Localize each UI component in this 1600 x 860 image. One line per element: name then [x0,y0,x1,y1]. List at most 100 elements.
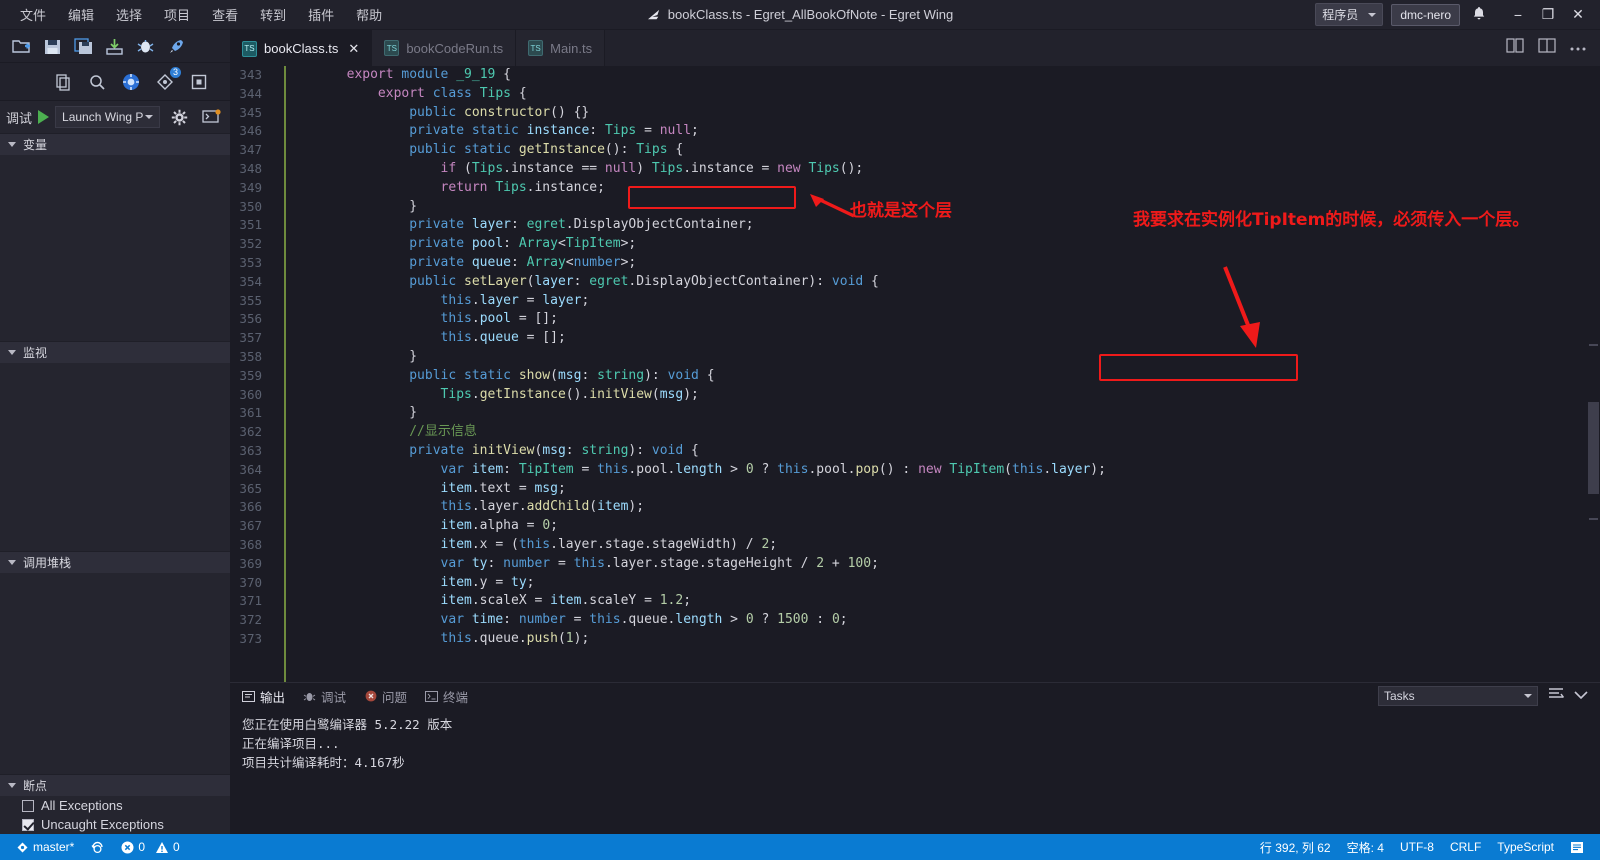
debug-icon[interactable] [132,33,158,59]
fold-gutter[interactable] [276,536,284,555]
sidebar-section-variables[interactable]: 变量 [0,133,230,155]
maximize-button[interactable]: ❐ [1534,1,1562,29]
status-indentation[interactable]: 空格: 4 [1339,839,1392,856]
status-encoding[interactable]: UTF-8 [1392,840,1442,854]
breakpoint-row-uncaught-exceptions[interactable]: Uncaught Exceptions [0,815,230,834]
fold-gutter[interactable] [276,498,284,517]
code-text[interactable]: //显示信息 [284,423,477,442]
save-icon[interactable] [39,33,65,59]
code-text[interactable]: public setLayer(layer: egret.DisplayObje… [284,273,879,292]
debug-console-icon[interactable] [198,104,224,130]
tab-bookclass-ts[interactable]: TS bookClass.ts ✕ [230,30,373,66]
sidebar-section-breakpoints[interactable]: 断点 [0,774,230,796]
fold-gutter[interactable] [276,574,284,593]
panel-tab-terminal[interactable]: 终端 [425,687,468,706]
open-changes-icon[interactable] [1506,38,1524,58]
code-text[interactable]: this.layer = layer; [284,292,590,311]
code-text[interactable]: var item: TipItem = this.pool.length > 0… [284,461,1106,480]
close-button[interactable]: ✕ [1564,1,1592,29]
fold-gutter[interactable] [276,611,284,630]
fold-gutter[interactable] [276,179,284,198]
fold-gutter[interactable] [276,104,284,123]
fold-gutter[interactable] [276,367,284,386]
code-text[interactable]: private queue: Array<number>; [284,254,636,273]
code-text[interactable]: Tips.getInstance().initView(msg); [284,386,699,405]
code-text[interactable]: item.text = msg; [284,480,566,499]
code-text[interactable]: var ty: number = this.layer.stage.stageH… [284,555,879,574]
editor-scrollbar[interactable] [1586,66,1600,682]
extensions-icon[interactable] [186,69,212,95]
code-editor[interactable]: 343 export module _9_19 {344 export clas… [230,66,1600,682]
menu-item-select[interactable]: 选择 [106,1,152,28]
fold-gutter[interactable] [276,141,284,160]
menu-item-plugin[interactable]: 插件 [298,1,344,28]
code-text[interactable]: item.alpha = 0; [284,517,558,536]
more-actions-icon[interactable] [1570,39,1586,57]
editor-scrollbar-thumb[interactable] [1588,402,1599,494]
fold-gutter[interactable] [276,310,284,329]
code-text[interactable]: if (Tips.instance == null) Tips.instance… [284,160,864,179]
user-badge[interactable]: dmc-nero [1391,3,1460,26]
publish-rocket-icon[interactable] [163,33,189,59]
fold-gutter[interactable] [276,66,284,85]
source-control-icon[interactable]: 3 [152,66,181,95]
code-text[interactable]: this.queue.push(1); [284,630,590,649]
code-text[interactable]: return Tips.instance; [284,179,605,198]
code-text[interactable]: export class Tips { [284,85,527,104]
fold-gutter[interactable] [276,592,284,611]
fold-gutter[interactable] [276,423,284,442]
new-file-icon[interactable] [8,33,34,59]
tasks-select[interactable]: Tasks [1378,686,1538,706]
code-text[interactable]: export module _9_19 { [284,66,511,85]
fold-gutter[interactable] [276,555,284,574]
code-text[interactable]: this.layer.addChild(item); [284,498,645,517]
menu-item-view[interactable]: 查看 [202,1,248,28]
code-text[interactable]: } [284,198,417,217]
fold-gutter[interactable] [276,386,284,405]
status-feedback[interactable] [1562,841,1592,854]
panel-collapse-icon[interactable] [1574,687,1588,705]
fold-gutter[interactable] [276,517,284,536]
status-sync[interactable] [82,834,113,860]
menu-item-edit[interactable]: 编辑 [58,1,104,28]
import-icon[interactable] [101,33,127,59]
code-text[interactable]: private initView(msg: string): void { [284,442,699,461]
fold-gutter[interactable] [276,292,284,311]
code-text[interactable]: public static getInstance(): Tips { [284,141,683,160]
panel-tab-debug[interactable]: 调试 [303,687,346,706]
fold-gutter[interactable] [276,348,284,367]
gear-icon[interactable] [166,104,192,130]
code-text[interactable]: item.y = ty; [284,574,535,593]
panel-tab-output[interactable]: 输出 [242,687,285,706]
fold-gutter[interactable] [276,85,284,104]
fold-gutter[interactable] [276,480,284,499]
tab-main-ts[interactable]: TS Main.ts [516,30,606,66]
fold-gutter[interactable] [276,461,284,480]
code-text[interactable]: public static show(msg: string): void { [284,367,714,386]
editor-content[interactable]: 343 export module _9_19 {344 export clas… [230,66,1600,682]
panel-tab-problems[interactable]: 问题 [364,687,407,706]
explorer-icon[interactable] [50,69,76,95]
sidebar-section-callstack[interactable]: 调用堆栈 [0,551,230,573]
menu-item-file[interactable]: 文件 [10,1,56,28]
code-text[interactable]: item.scaleX = item.scaleY = 1.2; [284,592,692,611]
code-text[interactable]: private pool: Array<TipItem>; [284,235,636,254]
role-select[interactable]: 程序员 [1315,3,1384,26]
code-text[interactable]: public constructor() {} [284,104,589,123]
clear-output-icon[interactable] [1548,687,1565,706]
play-icon[interactable] [38,110,50,124]
fold-gutter[interactable] [276,160,284,179]
tab-close-icon[interactable]: ✕ [348,41,359,57]
fold-gutter[interactable] [276,273,284,292]
code-text[interactable]: this.queue = []; [284,329,566,348]
fold-gutter[interactable] [276,329,284,348]
status-language-mode[interactable]: TypeScript [1489,840,1562,854]
code-text[interactable]: private static instance: Tips = null; [284,122,699,141]
uncaught-exceptions-checkbox[interactable] [22,818,34,831]
menu-item-project[interactable]: 项目 [154,1,200,28]
code-text[interactable]: } [284,348,417,367]
tab-bookcoderun-ts[interactable]: TS bookCodeRun.ts [372,30,517,66]
bell-icon[interactable] [1468,6,1490,24]
save-all-icon[interactable] [70,33,96,59]
fold-gutter[interactable] [276,235,284,254]
